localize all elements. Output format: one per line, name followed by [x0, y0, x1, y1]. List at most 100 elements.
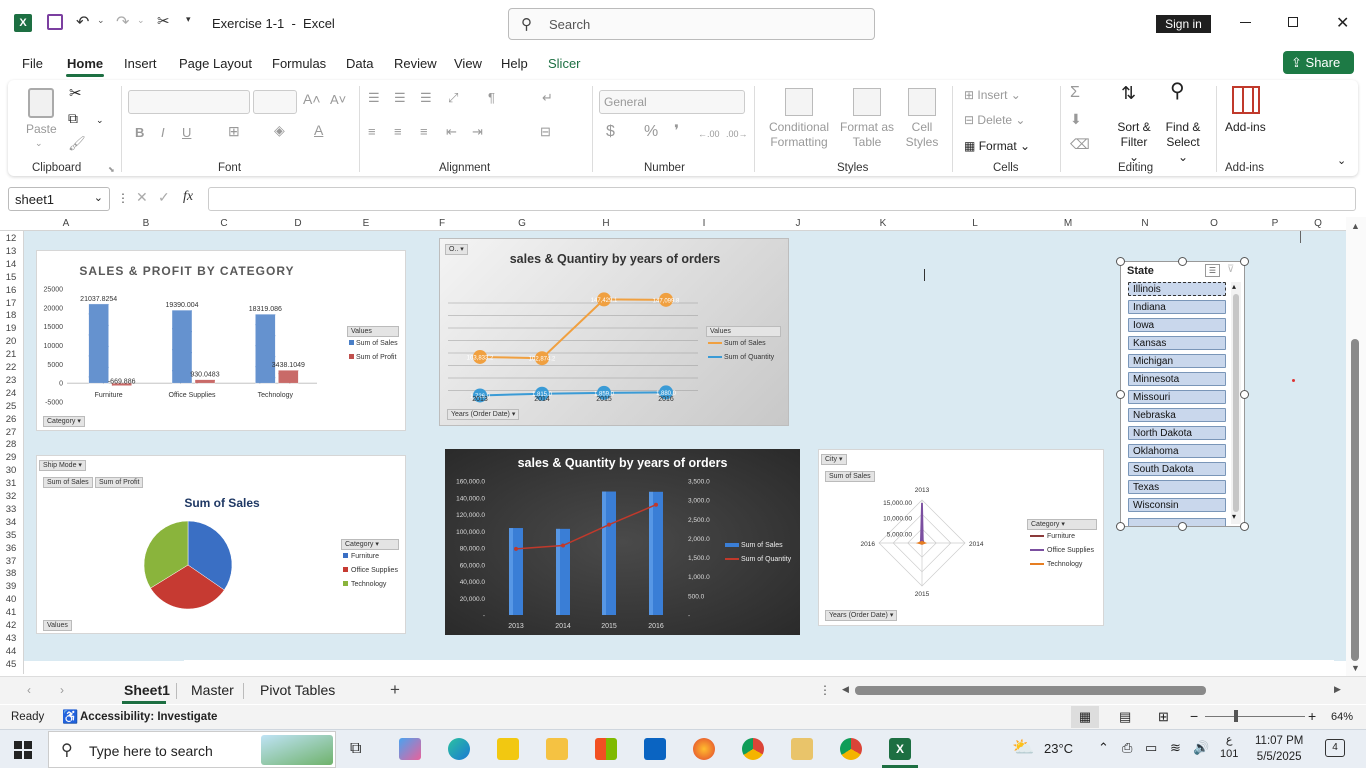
format-as-table-icon[interactable]: [853, 88, 881, 116]
row-header-43[interactable]: 43: [0, 633, 22, 644]
column-header-C[interactable]: C: [216, 218, 232, 229]
wifi-icon[interactable]: ≋: [1170, 740, 1181, 756]
orientation-icon[interactable]: ⤢: [448, 90, 458, 105]
column-header-M[interactable]: M: [1060, 218, 1076, 229]
resize-handle[interactable]: [1240, 390, 1249, 399]
zoom-slider-thumb[interactable]: [1234, 710, 1238, 722]
row-header-14[interactable]: 14: [0, 259, 22, 270]
row-header-42[interactable]: 42: [0, 620, 22, 631]
share-button[interactable]: ⇪ Share: [1283, 51, 1354, 74]
slicer-item[interactable]: Indiana: [1128, 300, 1226, 314]
row-header-17[interactable]: 17: [0, 298, 22, 309]
restore-icon[interactable]: [1288, 17, 1298, 27]
microsoft-store-icon[interactable]: [595, 738, 617, 760]
clipboard-launcher-icon[interactable]: ⬊: [108, 162, 115, 177]
cut-icon[interactable]: ✂: [69, 86, 82, 101]
resize-handle[interactable]: [1116, 390, 1125, 399]
scroll-up-icon[interactable]: ▲: [1351, 221, 1360, 231]
city-radar-chart[interactable]: City ▾ Sum of Sales 15,000.00 10,000.00 5,…: [818, 449, 1104, 626]
undo-icon[interactable]: ↶: [76, 12, 89, 32]
fill-color-icon[interactable]: ◈: [274, 123, 285, 138]
resize-handle[interactable]: [1116, 522, 1125, 531]
number-format-dropdown[interactable]: General: [599, 90, 745, 114]
resize-handle[interactable]: [1178, 522, 1187, 531]
zoom-slider[interactable]: [1205, 716, 1305, 717]
row-header-36[interactable]: 36: [0, 543, 22, 554]
menu-help[interactable]: Help: [501, 56, 528, 71]
find-select-icon[interactable]: ⚲: [1170, 81, 1185, 101]
sales-profit-chart[interactable]: SALES & PROFIT BY CATEGORY 25000 20000 150…: [36, 250, 406, 431]
horizontal-scroll-thumb[interactable]: [855, 686, 1206, 695]
meet-icon[interactable]: ⎙: [1122, 740, 1132, 756]
format-cells-button[interactable]: ▦ Format ⌄: [964, 139, 1030, 154]
zoom-in-icon[interactable]: +: [1308, 708, 1316, 724]
font-color-icon[interactable]: A: [314, 123, 323, 138]
conditional-formatting-button[interactable]: Conditional Formatting: [766, 120, 832, 150]
resize-handle[interactable]: [1240, 257, 1249, 266]
column-header-G[interactable]: G: [514, 218, 530, 229]
menu-home[interactable]: Home: [67, 56, 103, 71]
column-header-A[interactable]: A: [58, 218, 74, 229]
confirm-entry-icon[interactable]: ✓: [158, 189, 170, 206]
column-header-I[interactable]: I: [696, 218, 712, 229]
row-header-38[interactable]: 38: [0, 568, 22, 579]
increase-font-icon[interactable]: A˄: [303, 92, 321, 107]
name-box-dropdown-icon[interactable]: ⌄: [94, 191, 103, 204]
italic-icon[interactable]: I: [161, 125, 165, 140]
weather-temp[interactable]: 23°C: [1044, 741, 1073, 756]
clock[interactable]: 11:07 PM 5/5/2025: [1255, 733, 1303, 765]
more-options-icon[interactable]: ⋮: [117, 191, 129, 205]
decrease-decimal-icon[interactable]: .00→: [726, 127, 748, 142]
close-icon[interactable]: ✕: [1336, 13, 1349, 33]
currency-icon[interactable]: $: [606, 124, 615, 140]
excel-taskbar-icon[interactable]: X: [889, 738, 911, 760]
row-header-33[interactable]: 33: [0, 504, 22, 515]
wrap-text-icon[interactable]: ↵: [542, 90, 553, 105]
row-header-40[interactable]: 40: [0, 594, 22, 605]
row-header-45[interactable]: 45: [0, 659, 22, 670]
middle-align-icon[interactable]: ☰: [394, 90, 406, 105]
category-field-button[interactable]: Category ▾: [43, 416, 85, 427]
insert-function-icon[interactable]: fx: [183, 189, 193, 205]
column-header-J[interactable]: J: [790, 218, 806, 229]
delete-cells-button[interactable]: ⊟ Delete ⌄: [964, 113, 1025, 128]
decrease-indent-icon[interactable]: ⇤: [446, 124, 457, 139]
borders-icon[interactable]: ⊞: [228, 124, 240, 139]
task-view-icon[interactable]: ⧉: [350, 740, 361, 758]
row-header-20[interactable]: 20: [0, 336, 22, 347]
sort-filter-icon[interactable]: ⇅: [1121, 84, 1136, 102]
column-header-K[interactable]: K: [875, 218, 891, 229]
chrome-icon[interactable]: [840, 738, 862, 760]
hscroll-right-icon[interactable]: ▶: [1334, 684, 1341, 695]
chrome-profile-icon[interactable]: [742, 738, 764, 760]
tab-sheet1[interactable]: Sheet1: [124, 682, 170, 698]
menu-page-layout[interactable]: Page Layout: [179, 56, 252, 71]
slicer-item[interactable]: Wisconsin: [1128, 498, 1226, 512]
slicer-item[interactable]: Nebraska: [1128, 408, 1226, 422]
save-icon[interactable]: [47, 14, 63, 30]
column-header-L[interactable]: L: [967, 218, 983, 229]
row-header-26[interactable]: 26: [0, 414, 22, 425]
tab-master[interactable]: Master: [191, 682, 234, 698]
column-header-F[interactable]: F: [434, 218, 450, 229]
firefox-icon[interactable]: [693, 738, 715, 760]
menu-view[interactable]: View: [454, 56, 482, 71]
name-box[interactable]: sheet1 ⌄: [8, 187, 110, 211]
slicer-item[interactable]: Texas: [1128, 480, 1226, 494]
scroll-down-icon[interactable]: ▼: [1351, 663, 1360, 673]
years-field-button[interactable]: Years (Order Date) ▾: [447, 409, 520, 420]
column-header-Q[interactable]: Q: [1310, 218, 1326, 229]
copilot-icon[interactable]: [399, 738, 421, 760]
search-box[interactable]: ⚲ Search: [508, 8, 875, 40]
sales-pie-chart[interactable]: Ship Mode ▾ Sum of Sales Sum of Profit S…: [36, 455, 406, 634]
row-header-28[interactable]: 28: [0, 439, 22, 450]
column-header-P[interactable]: P: [1267, 218, 1283, 229]
format-painter-icon[interactable]: 🖌: [68, 136, 86, 151]
state-slicer[interactable]: State ☰ ⊽ Illinois Indiana Iowa Kansas Michi…: [1120, 261, 1245, 527]
bottom-align-icon[interactable]: ☰: [420, 90, 432, 105]
row-header-24[interactable]: 24: [0, 388, 22, 399]
row-header-44[interactable]: 44: [0, 646, 22, 657]
underline-icon[interactable]: U: [182, 125, 191, 140]
cancel-entry-icon[interactable]: ✕: [136, 189, 148, 206]
align-left-icon[interactable]: ≡: [368, 124, 376, 139]
